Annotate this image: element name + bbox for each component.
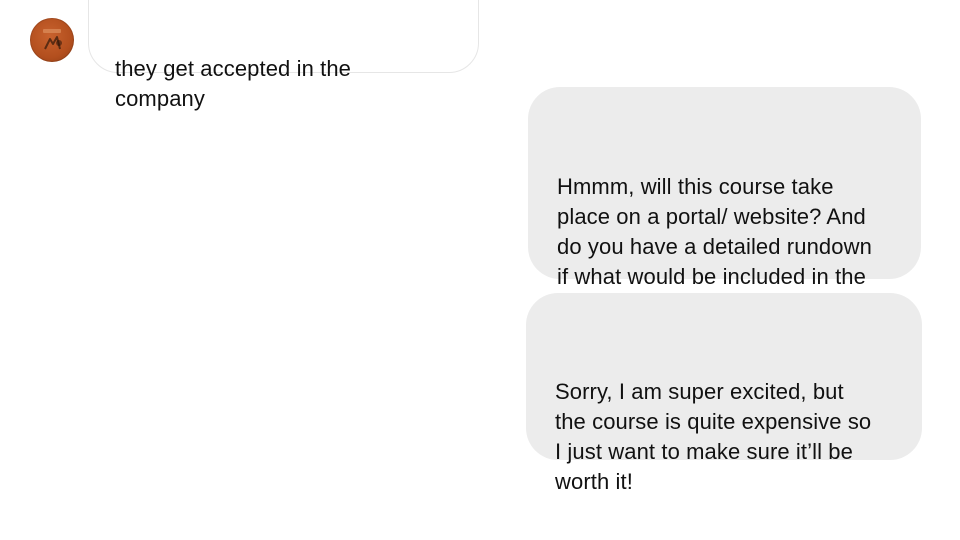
- chat-conversation: they get accepted in the company Hmmm, w…: [0, 0, 960, 540]
- outgoing-message-text: Sorry, I am super excited, but the cours…: [555, 379, 872, 494]
- contact-avatar-logo-icon: [43, 29, 62, 50]
- incoming-message-bubble[interactable]: they get accepted in the company: [88, 0, 479, 111]
- outgoing-message-bubble[interactable]: Hmmm, will this course take place on a p…: [528, 87, 921, 319]
- incoming-message-text: they get accepted in the company: [115, 56, 352, 111]
- outgoing-message-bubble[interactable]: Sorry, I am super excited, but the cours…: [526, 293, 922, 494]
- contact-avatar[interactable]: [30, 18, 74, 62]
